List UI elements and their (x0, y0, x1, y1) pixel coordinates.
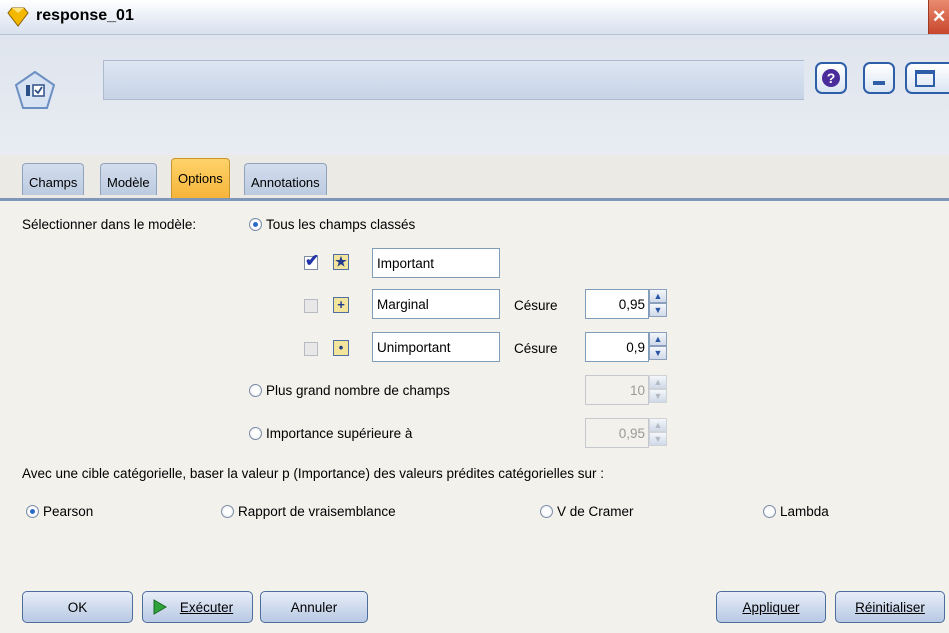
categorical-note: Avec une cible catégorielle, baser la va… (22, 466, 605, 481)
minimize-button[interactable] (863, 62, 895, 94)
checkmark-icon: ✔ (305, 251, 320, 270)
radio-cramers-v-label: V de Cramer (557, 504, 634, 519)
important-label-field[interactable]: Important (372, 248, 500, 278)
spin-down-icon[interactable]: ▼ (649, 432, 667, 446)
tab-modele[interactable]: Modèle (100, 163, 157, 195)
radio-all-ranked-label: Tous les champs classés (266, 217, 416, 232)
close-icon: ✕ (932, 7, 947, 26)
unimportant-label-field[interactable]: Unimportant (372, 332, 500, 362)
marginal-cutoff-label: Césure (514, 298, 558, 313)
run-label: Exécuter (179, 600, 234, 615)
radio-likelihood-ratio-label: Rapport de vraisemblance (238, 504, 396, 519)
ok-label: OK (67, 600, 88, 615)
top-n-spinner[interactable]: 10 ▲ ▼ (585, 375, 667, 405)
checkbox-unimportant[interactable] (304, 342, 318, 356)
reset-button[interactable]: Réinitialiser (835, 591, 945, 623)
run-button[interactable]: Exécuter (142, 591, 253, 623)
tab-champs[interactable]: Champs (22, 163, 85, 195)
radio-top-n[interactable] (249, 384, 262, 397)
importance-value[interactable]: 0,95 (585, 418, 649, 448)
marginal-cutoff-spinner[interactable]: 0,95 ▲ ▼ (585, 289, 667, 319)
title-bar[interactable]: response_01 ✕ (0, 0, 949, 35)
play-icon (153, 599, 167, 615)
select-label: Sélectionner dans le modèle: (22, 217, 197, 232)
help-icon: ? (822, 69, 840, 87)
radio-importance-above[interactable] (249, 427, 262, 440)
importance-spinner[interactable]: 0,95 ▲ ▼ (585, 418, 667, 448)
maximize-button[interactable] (905, 62, 949, 94)
radio-pearson[interactable] (26, 505, 39, 518)
radio-all-ranked[interactable] (249, 218, 262, 231)
radio-likelihood-ratio[interactable] (221, 505, 234, 518)
dialog-window: response_01 ✕ ? Champs Modèle Options An… (0, 0, 949, 633)
reset-label: Réinitialiser (855, 600, 925, 615)
tab-options[interactable]: Options (171, 158, 230, 198)
spin-down-icon[interactable]: ▼ (649, 389, 667, 403)
checkbox-important[interactable]: ✔ (304, 251, 319, 270)
ok-button[interactable]: OK (22, 591, 133, 623)
unimportant-cutoff-spinner[interactable]: 0,9 ▲ ▼ (585, 332, 667, 362)
spin-down-icon[interactable]: ▼ (649, 303, 667, 317)
dot-icon: • (333, 340, 349, 356)
top-n-value[interactable]: 10 (585, 375, 649, 405)
spin-up-icon[interactable]: ▲ (649, 375, 667, 389)
node-pentagon-icon (14, 70, 56, 109)
svg-text:?: ? (827, 70, 836, 86)
minimize-icon (873, 81, 885, 85)
radio-cramers-v[interactable] (540, 505, 553, 518)
unimportant-cutoff-value[interactable]: 0,9 (585, 332, 649, 362)
radio-pearson-label: Pearson (43, 504, 94, 519)
marginal-cutoff-value[interactable]: 0,95 (585, 289, 649, 319)
checkbox-marginal[interactable] (304, 299, 318, 313)
help-button[interactable]: ? (815, 62, 847, 94)
radio-lambda-label: Lambda (780, 504, 829, 519)
marginal-label-field[interactable]: Marginal (372, 289, 500, 319)
spin-up-icon[interactable]: ▲ (649, 332, 667, 346)
radio-importance-above-label: Importance supérieure à (266, 426, 413, 441)
radio-lambda[interactable] (763, 505, 776, 518)
header-bar (103, 60, 804, 100)
spin-up-icon[interactable]: ▲ (649, 289, 667, 303)
apply-button[interactable]: Appliquer (716, 591, 826, 623)
maximize-icon (915, 70, 935, 87)
apply-label: Appliquer (742, 600, 800, 615)
cancel-button[interactable]: Annuler (260, 591, 368, 623)
unimportant-cutoff-label: Césure (514, 341, 558, 356)
spin-down-icon[interactable]: ▼ (649, 346, 667, 360)
plus-icon: + (333, 297, 349, 313)
cancel-label: Annuler (290, 600, 338, 615)
spin-up-icon[interactable]: ▲ (649, 418, 667, 432)
app-diamond-icon (7, 7, 29, 27)
star-icon: ★ (333, 254, 349, 270)
window-title: response_01 (36, 7, 134, 24)
radio-top-n-label: Plus grand nombre de champs (266, 383, 450, 398)
tab-annotations[interactable]: Annotations (244, 163, 327, 195)
close-button[interactable]: ✕ (928, 0, 949, 34)
